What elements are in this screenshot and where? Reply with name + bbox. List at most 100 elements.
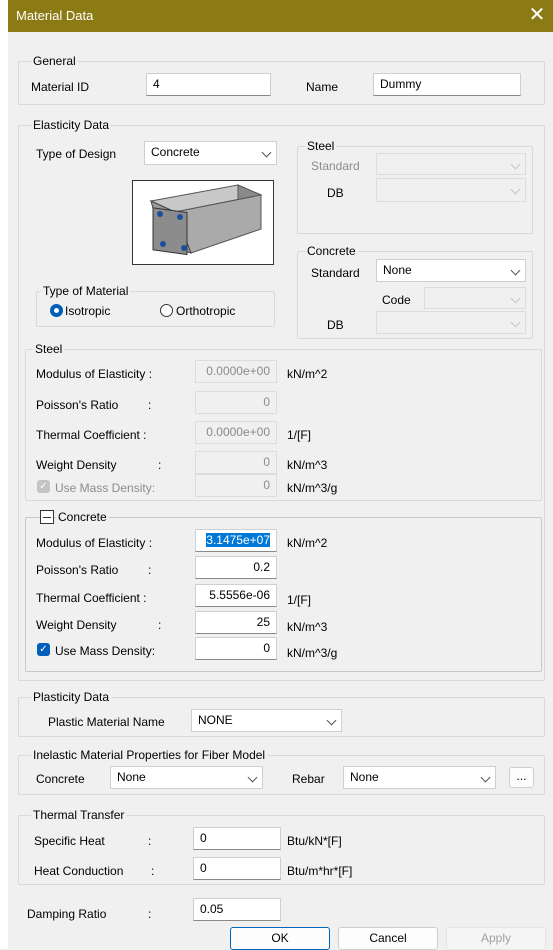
concrete-code-select[interactable] (424, 287, 526, 309)
damping-ratio-input[interactable]: 0.05 (193, 898, 281, 921)
chevron-down-icon (247, 772, 258, 783)
heat-conduction-colon: : (151, 864, 155, 878)
material-id-label: Material ID (31, 80, 90, 94)
damping-ratio-colon: : (148, 907, 152, 921)
chevron-down-icon (510, 184, 521, 195)
concrete-modulus-value: 3.1475e+07 (206, 533, 270, 547)
concrete-weight-label: Weight Density (36, 618, 117, 632)
ok-button[interactable]: OK (230, 927, 330, 950)
orthotropic-label[interactable]: Orthotropic (176, 304, 235, 318)
concrete-poisson-input[interactable]: 0.2 (195, 556, 277, 579)
concrete-weight-colon: : (158, 618, 162, 632)
concrete-mass-density-input[interactable]: 0 (195, 637, 277, 660)
concrete-mass-density-checkbox[interactable]: ✓ (37, 643, 50, 656)
concrete-code-label: Code (382, 293, 411, 307)
steel-mass-density-checkbox[interactable]: ✓ (37, 480, 50, 493)
steel-db-select[interactable] (376, 178, 526, 202)
concrete-modulus-unit: kN/m^2 (287, 536, 328, 550)
chevron-down-icon (510, 159, 521, 170)
specific-heat-input[interactable]: 0 (193, 827, 281, 850)
steel-modulus-label: Modulus of Elasticity : (36, 367, 153, 381)
steel-weight-input[interactable]: 0 (195, 451, 277, 474)
steel-thermal-label: Thermal Coefficient : (36, 428, 147, 442)
inelastic-rebar-value: None (350, 770, 379, 784)
heat-conduction-label: Heat Conduction (34, 864, 124, 878)
heat-conduction-input[interactable]: 0 (193, 857, 281, 880)
concrete-thermal-input[interactable]: 5.5556e-06 (195, 584, 277, 607)
chevron-down-icon (261, 147, 272, 158)
specific-heat-colon: : (148, 834, 152, 848)
isotropic-radio[interactable] (50, 304, 63, 317)
plastic-material-name-select[interactable]: NONE (191, 709, 342, 732)
chevron-down-icon (480, 772, 491, 783)
steel-thermal-input[interactable]: 0.0000e+00 (195, 421, 277, 444)
elasticity-group-label: Elasticity Data (31, 118, 112, 132)
concrete-mass-density-label[interactable]: Use Mass Density: (55, 644, 155, 658)
steel-db-label: DB (327, 186, 344, 200)
concrete-thermal-label: Thermal Coefficient : (36, 591, 147, 605)
thermal-transfer-group-label: Thermal Transfer (31, 808, 127, 822)
steel-standard-group-label: Steel (305, 139, 337, 153)
specific-heat-unit: Btu/kN*[F] (287, 834, 342, 848)
steel-weight-label: Weight Density (36, 458, 117, 472)
steel-modulus-unit: kN/m^2 (287, 367, 328, 381)
type-of-design-label: Type of Design (36, 147, 117, 161)
concrete-section-image (132, 180, 274, 265)
type-of-material-label: Type of Material (41, 284, 131, 298)
damping-ratio-label: Damping Ratio (27, 907, 107, 921)
window-left-edge (0, 0, 8, 949)
inelastic-concrete-label: Concrete (36, 772, 85, 786)
plastic-material-name-label: Plastic Material Name (48, 715, 165, 729)
name-label: Name (306, 80, 339, 94)
concrete-mass-density-unit: kN/m^3/g (287, 646, 338, 660)
inelastic-concrete-select[interactable]: None (110, 766, 263, 789)
window-title: Material Data (16, 8, 94, 23)
collapse-icon[interactable] (40, 510, 54, 524)
plastic-material-name-value: NONE (198, 713, 233, 727)
steel-weight-colon: : (158, 458, 162, 472)
concrete-modulus-label: Modulus of Elasticity : (36, 536, 153, 550)
concrete-poisson-label: Poisson's Ratio (36, 563, 119, 577)
steel-standard-select[interactable] (376, 153, 526, 175)
concrete-standard-group-label: Concrete (305, 244, 358, 258)
concrete-weight-unit: kN/m^3 (287, 620, 328, 634)
chevron-down-icon (510, 265, 521, 276)
steel-poisson-label: Poisson's Ratio (36, 398, 119, 412)
concrete-modulus-input[interactable]: 3.1475e+07 (195, 529, 277, 552)
cancel-button[interactable]: Cancel (338, 927, 438, 950)
apply-button[interactable]: Apply (446, 927, 546, 950)
concrete-standard-label: Standard (311, 266, 360, 280)
isotropic-label[interactable]: Isotropic (65, 304, 110, 318)
concrete-poisson-colon: : (148, 563, 152, 577)
title-bar[interactable]: Material Data ✕ (8, 0, 553, 32)
steel-standard-label: Standard (311, 159, 360, 173)
inelastic-rebar-select[interactable]: None (343, 766, 496, 789)
close-icon[interactable]: ✕ (527, 3, 547, 27)
chevron-down-icon (510, 293, 521, 304)
plasticity-group-label: Plasticity Data (31, 690, 112, 704)
general-group-label: General (31, 54, 78, 68)
concrete-beam-icon (149, 184, 263, 256)
concrete-thermal-unit: 1/[F] (287, 593, 312, 607)
steel-mass-density-input[interactable]: 0 (195, 474, 277, 497)
steel-thermal-unit: 1/[F] (287, 428, 312, 442)
concrete-standard-select[interactable]: None (376, 259, 526, 282)
concrete-db-select[interactable] (376, 311, 526, 334)
steel-poisson-input[interactable]: 0 (195, 391, 277, 414)
steel-properties-label: Steel (33, 342, 65, 356)
name-input[interactable]: Dummy (373, 73, 521, 96)
orthotropic-radio[interactable] (160, 304, 173, 317)
type-of-design-select[interactable]: Concrete (144, 141, 277, 165)
concrete-db-label: DB (327, 318, 344, 332)
concrete-weight-input[interactable]: 25 (195, 611, 277, 634)
inelastic-more-button[interactable]: ... (509, 767, 534, 788)
specific-heat-label: Specific Heat (34, 834, 105, 848)
material-id-input[interactable]: 4 (146, 73, 271, 96)
chevron-down-icon (510, 317, 521, 328)
chevron-down-icon (326, 715, 337, 726)
concrete-properties-label: Concrete (56, 510, 109, 524)
steel-modulus-input[interactable]: 0.0000e+00 (195, 360, 277, 383)
inelastic-concrete-value: None (117, 770, 146, 784)
inelastic-group-label: Inelastic Material Properties for Fiber … (31, 748, 268, 762)
concrete-standard-value: None (383, 263, 412, 277)
